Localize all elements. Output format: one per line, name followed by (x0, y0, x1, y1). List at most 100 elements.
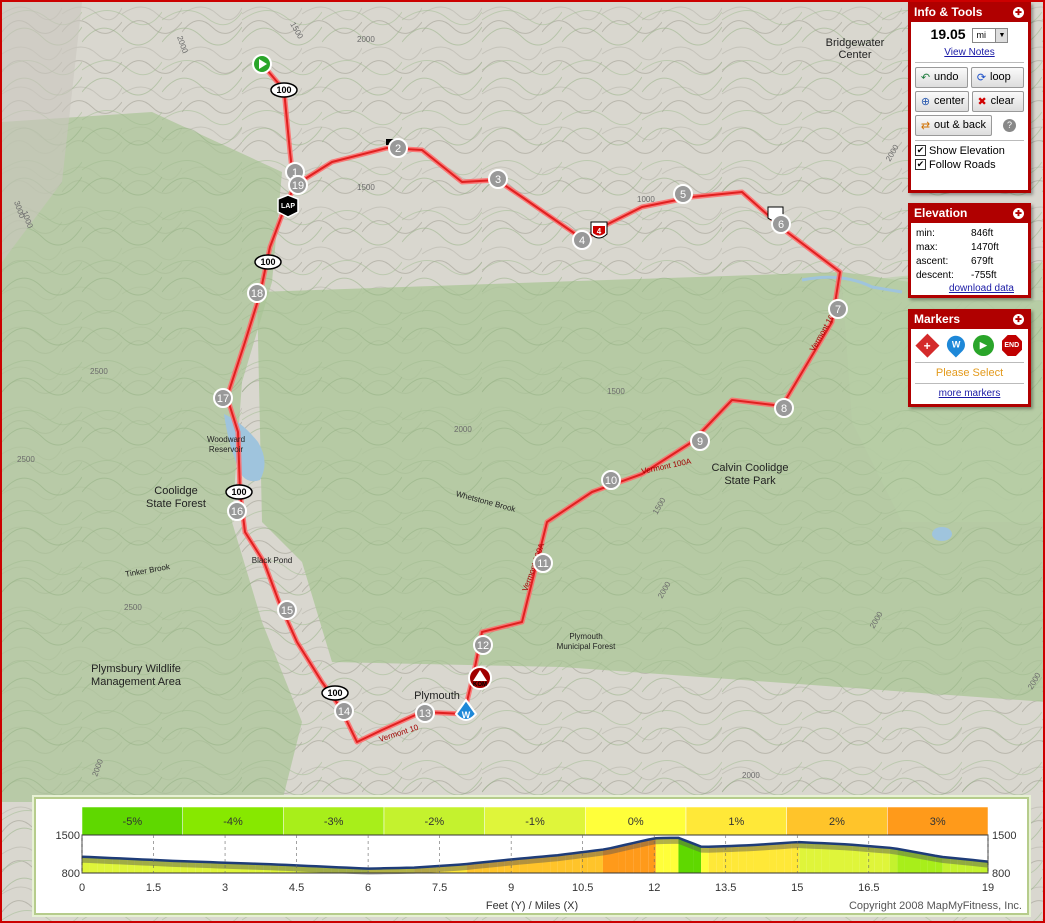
shield-100: 100 (321, 685, 349, 701)
svg-text:Management Area: Management Area (91, 676, 182, 688)
svg-text:-4%: -4% (223, 816, 243, 828)
svg-text:2%: 2% (829, 816, 845, 828)
x-tick: 6 (365, 835, 371, 894)
svg-text:Reservoir: Reservoir (209, 445, 244, 454)
x-tick-label: 7.5 (432, 882, 447, 894)
x-tick-label: 4.5 (289, 882, 304, 894)
start-marker-icon[interactable]: ▶ (973, 335, 994, 356)
view-notes-link[interactable]: View Notes (911, 47, 1028, 58)
clear-button[interactable]: ✖ clear (971, 90, 1024, 112)
grade-band: -3% (283, 806, 385, 836)
shield-100: 100 (270, 82, 298, 98)
mile-marker[interactable]: 10 (601, 470, 621, 490)
water-marker-icon[interactable]: W (942, 332, 968, 358)
mile-marker[interactable]: 8 (774, 398, 794, 418)
info-tools-header[interactable]: Info & Tools ✚ (911, 5, 1028, 22)
panel-title: Markers (914, 312, 961, 326)
svg-text:2000: 2000 (357, 35, 375, 44)
divider (915, 61, 1024, 63)
first-aid-marker-icon[interactable]: + (915, 333, 940, 358)
copyright-text: Copyright 2008 MapMyFitness, Inc. (849, 900, 1022, 912)
mile-marker[interactable]: 4 (572, 230, 592, 250)
grade-band: -1% (484, 806, 586, 836)
svg-text:12: 12 (477, 640, 489, 652)
svg-text:0%: 0% (628, 816, 644, 828)
svg-text:1500: 1500 (607, 387, 625, 396)
y-tick-label: 1500 (56, 830, 80, 842)
svg-text:16: 16 (231, 506, 243, 518)
elevation-header[interactable]: Elevation ✚ (911, 206, 1028, 223)
svg-text:18: 18 (251, 288, 263, 300)
info-tools-panel: Info & Tools ✚ 19.05 mi ▼ View Notes ↶ und… (908, 2, 1031, 193)
mile-marker[interactable]: 15 (277, 600, 297, 620)
mile-marker[interactable]: 3 (488, 169, 508, 189)
mile-marker[interactable]: 12 (473, 635, 493, 655)
end-marker-icon[interactable]: END (1001, 335, 1022, 356)
loop-button[interactable]: ⟳ loop (971, 66, 1024, 88)
panel-title: Info & Tools (914, 5, 983, 19)
x-tick-label: 3 (222, 882, 228, 894)
more-markers-link[interactable]: more markers (911, 388, 1028, 399)
svg-text:1%: 1% (728, 816, 744, 828)
unit-select[interactable]: mi ▼ (972, 27, 1009, 43)
mile-marker[interactable]: 19 (288, 175, 308, 195)
svg-text:Plymsbury Wildlife: Plymsbury Wildlife (91, 663, 181, 675)
out-back-button[interactable]: ⇄ out & back (915, 114, 992, 136)
svg-text:Calvin Coolidge: Calvin Coolidge (711, 462, 788, 474)
elevation-profile[interactable]: -5% -4% -3% -2% -1% 0% 1% 2% 3% 0 1.5 3 4.5 6 7.5 9 10.… (34, 797, 1029, 915)
mile-marker[interactable]: 9 (690, 431, 710, 451)
stat-max: max: 1470ft (916, 242, 999, 253)
svg-text:9: 9 (697, 436, 703, 448)
mile-marker[interactable]: 14 (334, 701, 354, 721)
clear-icon: ✖ (977, 95, 987, 108)
svg-text:Municipal Forest: Municipal Forest (557, 642, 616, 651)
grade-legend: -5% -4% -3% -2% -1% 0% 1% 2% 3% (81, 806, 989, 836)
collapse-icon[interactable]: ✚ (1013, 208, 1024, 219)
download-data-link[interactable]: download data (911, 283, 1028, 294)
mile-marker[interactable]: 7 (828, 299, 848, 319)
x-tick-label: 16.5 (858, 882, 879, 894)
svg-text:State Forest: State Forest (146, 498, 206, 510)
collapse-icon[interactable]: ✚ (1013, 7, 1024, 18)
grade-band: -4% (182, 806, 284, 836)
svg-text:Center: Center (838, 49, 871, 61)
mile-marker[interactable]: 5 (673, 184, 693, 204)
mile-marker[interactable]: 13 (415, 703, 435, 723)
profile-area (81, 836, 989, 875)
help-icon[interactable]: ? (1003, 118, 1016, 132)
svg-text:14: 14 (338, 706, 350, 718)
loop-icon: ⟳ (976, 71, 987, 84)
svg-text:8: 8 (781, 403, 787, 415)
collapse-icon[interactable]: ✚ (1013, 314, 1024, 325)
x-tick-label: 9 (508, 882, 514, 894)
svg-text:5: 5 (680, 189, 686, 201)
map-canvas[interactable]: 1500 2000 2000 1000 2500 2500 1500 1000 … (2, 2, 1045, 923)
follow-roads-checkbox[interactable]: ✔ Follow Roads (911, 159, 1028, 171)
mile-marker[interactable]: 6 (771, 214, 791, 234)
svg-text:1000: 1000 (637, 195, 655, 204)
svg-text:100: 100 (276, 85, 291, 95)
distance-value: 19.05 (930, 26, 966, 42)
grade-band: 1% (685, 806, 787, 836)
svg-text:-1%: -1% (525, 816, 545, 828)
svg-text:KOM: KOM (473, 682, 487, 688)
markers-header[interactable]: Markers ✚ (911, 312, 1028, 329)
shield-100: 100 (254, 254, 282, 270)
mile-marker[interactable]: 16 (227, 501, 247, 521)
x-tick-label: 13.5 (715, 882, 736, 894)
mile-marker[interactable]: 17 (213, 388, 233, 408)
undo-button[interactable]: ↶ undo (915, 66, 968, 88)
out-back-icon: ⇄ (920, 119, 931, 132)
mile-marker[interactable]: 11 (533, 553, 553, 573)
show-elevation-checkbox[interactable]: ✔ Show Elevation (911, 145, 1028, 157)
start-marker[interactable] (252, 54, 272, 74)
lap-marker[interactable]: LAP (277, 194, 299, 218)
svg-text:4: 4 (597, 227, 602, 236)
center-button[interactable]: ⊕ center (915, 90, 969, 112)
kom-marker[interactable]: KOM (468, 666, 492, 690)
chevron-down-icon: ▼ (995, 28, 1008, 42)
svg-text:2000: 2000 (742, 771, 760, 780)
mile-marker[interactable]: 18 (247, 283, 267, 303)
mile-marker[interactable]: 2 (388, 138, 408, 158)
svg-text:3%: 3% (930, 816, 946, 828)
